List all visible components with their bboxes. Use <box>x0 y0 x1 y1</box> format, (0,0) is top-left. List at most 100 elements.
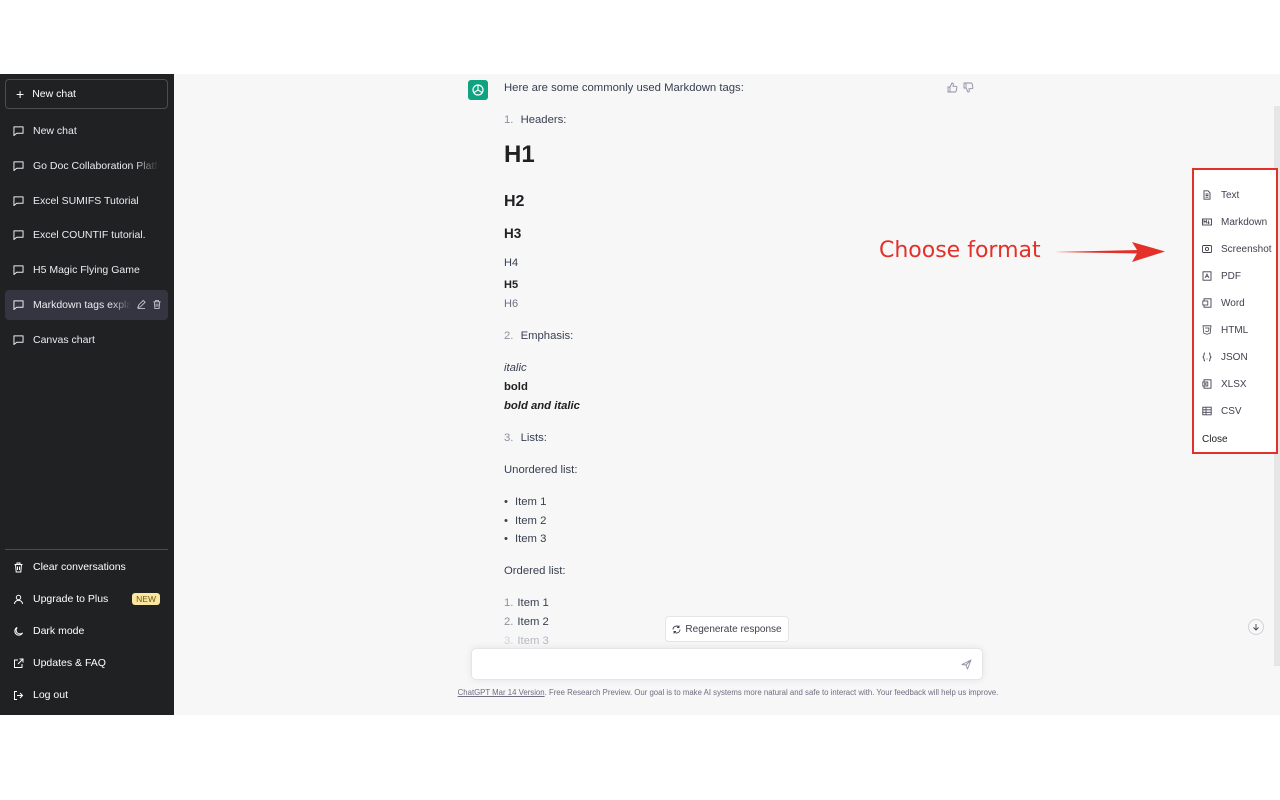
list-item: • Item 3 <box>504 533 547 545</box>
section-title: Emphasis: <box>520 330 574 342</box>
heading-h1: H1 <box>504 141 535 168</box>
export-html-option[interactable]: HTML <box>1202 321 1248 339</box>
sidebar-bottom-menu: Clear conversations Upgrade to Plus NEW … <box>5 549 168 712</box>
refresh-icon <box>672 625 681 633</box>
dark-mode-label: Dark mode <box>33 625 85 637</box>
logout-label: Log out <box>33 689 69 701</box>
chat-list: New chat Go Doc Collaboration Platfo Exc… <box>5 116 168 359</box>
chat-item[interactable]: Excel SUMIFS Tutorial <box>5 186 168 216</box>
send-icon[interactable] <box>961 659 972 670</box>
chat-item-label: New chat <box>33 125 77 137</box>
export-json-option[interactable]: JSON <box>1202 348 1248 366</box>
chat-item-actions <box>136 299 162 310</box>
edit-icon[interactable] <box>136 299 146 310</box>
chat-item[interactable]: New chat <box>5 116 168 146</box>
text-doc-icon <box>1203 190 1211 200</box>
logout-icon <box>14 690 24 700</box>
sidebar: + New chat New chat Go Doc Collaboration… <box>0 74 174 715</box>
export-word-option[interactable]: Word <box>1202 294 1245 312</box>
heading-h6: H6 <box>504 298 519 310</box>
dark-mode-button[interactable]: Dark mode <box>5 616 168 646</box>
export-xlsx-option[interactable]: XLSX <box>1202 375 1247 393</box>
chat-bubble-icon <box>13 334 24 345</box>
thumbs-down-icon[interactable] <box>963 82 974 93</box>
trash-icon[interactable] <box>152 299 162 310</box>
list-number: 1. <box>504 114 514 126</box>
chat-item-label: Go Doc Collaboration Platfo <box>33 159 159 172</box>
new-chat-button[interactable]: + New chat <box>5 79 168 109</box>
section-title: Headers: <box>520 114 567 126</box>
chat-item-label: Canvas chart <box>33 333 95 346</box>
heading-h5: H5 <box>504 279 519 291</box>
list-number: 2. <box>504 330 514 342</box>
version-link[interactable]: ChatGPT Mar 14 Version <box>458 688 545 697</box>
list-number: 3. <box>504 432 514 444</box>
openai-logo-icon <box>472 84 484 96</box>
new-chat-label: New chat <box>32 88 76 100</box>
list-item: 3. Item 3 <box>504 635 549 647</box>
chat-bubble-icon <box>13 161 24 171</box>
chat-item-active[interactable]: Markdown tags expla <box>5 289 168 320</box>
pdf-icon <box>1202 271 1212 281</box>
clear-conversations-button[interactable]: Clear conversations <box>5 552 168 582</box>
chat-item-label: Markdown tags expla <box>33 298 131 311</box>
ordered-list-label: Ordered list: <box>504 565 566 577</box>
list-item: 1. Item 1 <box>504 597 549 609</box>
chat-item-label: Excel SUMIFS Tutorial <box>33 194 139 207</box>
export-screenshot-option[interactable]: Screenshot <box>1202 240 1272 258</box>
json-icon <box>1202 352 1212 362</box>
chat-bubble-icon <box>13 126 24 136</box>
italic-text: italic <box>504 362 527 374</box>
message-input[interactable] <box>471 648 983 680</box>
external-link-icon <box>14 658 24 668</box>
scroll-to-bottom-button[interactable] <box>1248 619 1264 635</box>
export-pdf-option[interactable]: PDF <box>1202 267 1241 285</box>
upgrade-label: Upgrade to Plus <box>33 593 109 605</box>
list-item: 2. Item 2 <box>504 616 549 628</box>
footer-disclaimer: ChatGPT Mar 14 Version. Free Research Pr… <box>430 688 1026 697</box>
updates-faq-label: Updates & FAQ <box>33 657 106 669</box>
annotation-text: Choose format <box>879 238 1041 263</box>
export-csv-option[interactable]: CSV <box>1202 402 1242 420</box>
export-menu-close-button[interactable]: Close <box>1202 434 1228 445</box>
conversation-area: Here are some commonly used Markdown tag… <box>174 74 1280 715</box>
chat-bubble-icon <box>13 265 24 275</box>
logout-button[interactable]: Log out <box>5 680 168 710</box>
plus-icon: + <box>16 86 25 102</box>
clear-conversations-label: Clear conversations <box>33 561 126 573</box>
screenshot-icon <box>1202 245 1212 253</box>
export-text-option[interactable]: Text <box>1202 186 1239 204</box>
chat-item[interactable]: H5 Magic Flying Game <box>5 255 168 285</box>
chat-item[interactable]: Canvas chart <box>5 325 168 355</box>
section-lists: 3. Lists: <box>504 432 547 444</box>
bold-text: bold <box>504 381 528 393</box>
markdown-icon <box>1202 218 1212 226</box>
upgrade-button[interactable]: Upgrade to Plus NEW <box>5 584 168 614</box>
word-icon <box>1202 298 1212 308</box>
chat-item[interactable]: Excel COUNTIF tutorial. <box>5 220 168 250</box>
list-item: • Item 1 <box>504 496 547 508</box>
updates-faq-link[interactable]: Updates & FAQ <box>5 648 168 678</box>
regenerate-response-button[interactable]: Regenerate response <box>665 616 789 642</box>
section-emphasis: 2. Emphasis: <box>504 330 573 342</box>
heading-h3: H3 <box>504 226 522 241</box>
heading-h4: H4 <box>504 257 519 269</box>
csv-icon <box>1202 406 1212 416</box>
arrow-down-icon <box>1253 624 1259 631</box>
regenerate-label: Regenerate response <box>685 623 782 635</box>
new-badge: NEW <box>132 593 160 605</box>
moon-icon <box>14 626 23 636</box>
heading-h2: H2 <box>504 193 525 210</box>
feedback-buttons <box>947 82 974 93</box>
export-markdown-option[interactable]: Markdown <box>1202 213 1267 231</box>
assistant-avatar <box>468 80 488 100</box>
chat-item[interactable]: Go Doc Collaboration Platfo <box>5 151 168 181</box>
thumbs-up-icon[interactable] <box>947 82 958 93</box>
export-format-menu: Text Markdown Screenshot PDF Word HTML J… <box>1192 168 1278 454</box>
annotation-arrow-icon <box>1054 242 1165 262</box>
html-icon <box>1202 325 1212 335</box>
chat-bubble-icon <box>13 300 24 310</box>
section-headers: 1. Headers: <box>504 114 566 126</box>
app-window: + New chat New chat Go Doc Collaboration… <box>0 74 1280 715</box>
chat-bubble-icon <box>13 230 24 241</box>
